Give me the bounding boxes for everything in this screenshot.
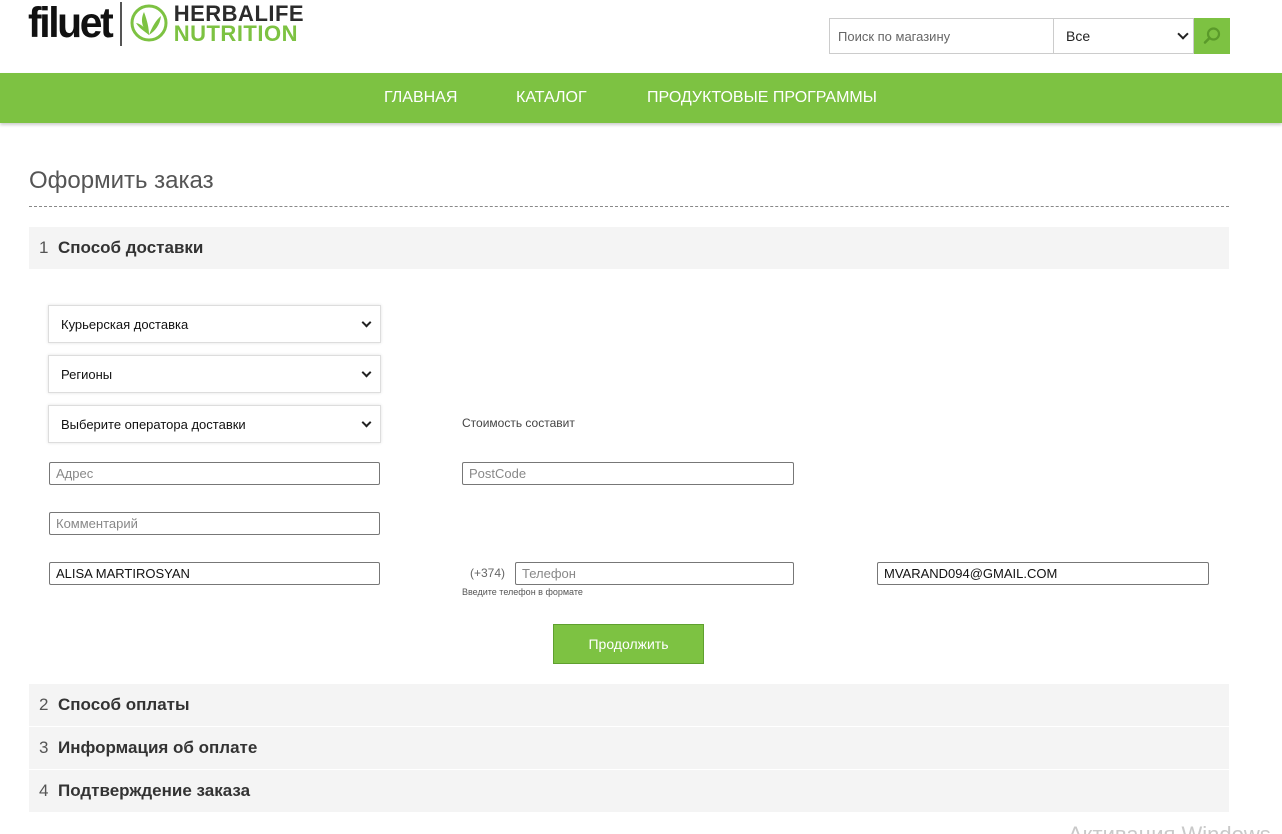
search-button[interactable]	[1194, 18, 1230, 54]
search-icon	[1203, 27, 1221, 44]
phone-country-code: (+374)	[470, 566, 506, 580]
delivery-operator-select[interactable]: Выберите оператора доставки	[48, 405, 381, 443]
step-order-confirmation[interactable]: 4 Подтверждение заказа	[29, 770, 1229, 812]
step-number: 2	[39, 695, 49, 714]
step-delivery-method[interactable]: 1 Способ доставки	[29, 227, 1229, 269]
delivery-method-select[interactable]: Курьерская доставка	[48, 305, 381, 343]
email-field[interactable]: MVARAND094@GMAIL.COM	[877, 562, 1209, 585]
postcode-field[interactable]: PostCode	[462, 462, 794, 485]
step-label: Способ доставки	[58, 238, 204, 257]
chevron-down-icon	[361, 367, 372, 377]
step-label: Информация об оплате	[58, 738, 258, 757]
step-number: 1	[39, 238, 49, 257]
herbalife-leaf-icon	[130, 4, 168, 42]
site-header: filuet HERBALIFE NUTRITION Все	[0, 0, 1282, 73]
phone-format-hint: Введите телефон в формате	[462, 587, 583, 597]
search-bar: Все	[829, 18, 1230, 54]
windows-activation-watermark: Активация Windows	[1068, 822, 1271, 834]
step-label: Подтверждение заказа	[58, 781, 251, 800]
logo-nutrition-line: NUTRITION	[173, 21, 298, 46]
logo-divider	[119, 2, 122, 46]
nav-item-catalog[interactable]: КАТАЛОГ	[516, 73, 587, 123]
continue-button[interactable]: Продолжить	[553, 624, 704, 664]
step-payment-method[interactable]: 2 Способ оплаты	[29, 684, 1229, 726]
delivery-method-value: Курьерская доставка	[61, 316, 189, 332]
step-number: 3	[39, 738, 49, 757]
region-select[interactable]: Регионы	[48, 355, 381, 393]
nav-item-product-programs[interactable]: ПРОДУКТОВЫЕ ПРОГРАММЫ	[647, 73, 877, 123]
site-logo[interactable]: filuet HERBALIFE NUTRITION	[28, 0, 304, 48]
nav-item-home[interactable]: ГЛАВНАЯ	[384, 73, 457, 123]
chevron-down-icon	[1177, 28, 1189, 40]
chevron-down-icon	[361, 317, 372, 327]
comment-field[interactable]: Комментарий	[49, 512, 380, 535]
page-title: Оформить заказ	[29, 167, 214, 194]
address-field[interactable]: Адрес	[49, 462, 380, 485]
phone-field[interactable]: Телефон	[515, 562, 794, 585]
delivery-operator-value: Выберите оператора доставки	[61, 416, 246, 432]
chevron-down-icon	[361, 417, 372, 427]
step-payment-info[interactable]: 3 Информация об оплате	[29, 727, 1229, 769]
step-label: Способ оплаты	[58, 695, 190, 714]
search-category-value: Все	[1066, 28, 1091, 44]
search-input[interactable]	[829, 18, 1053, 54]
search-category-select[interactable]: Все	[1053, 18, 1194, 54]
delivery-cost-label: Стоимость составит	[462, 416, 575, 430]
logo-herbalife-text: HERBALIFE NUTRITION	[173, 3, 304, 46]
logo-filuet-text: filuet	[28, 0, 114, 47]
step-number: 4	[39, 781, 49, 800]
region-value: Регионы	[61, 366, 113, 382]
main-nav: ГЛАВНАЯ КАТАЛОГ ПРОДУКТОВЫЕ ПРОГРАММЫ	[0, 73, 1282, 123]
name-field[interactable]: ALISA MARTIROSYAN	[49, 562, 380, 585]
title-divider	[29, 206, 1229, 207]
